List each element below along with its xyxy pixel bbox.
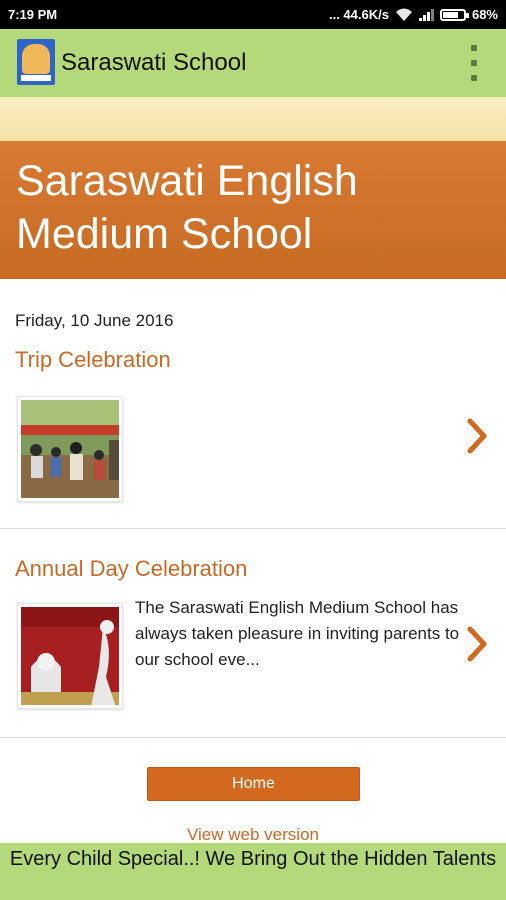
post-title-trip-celebration[interactable]: Trip Celebration — [15, 347, 171, 373]
post-divider — [0, 737, 506, 738]
home-button[interactable]: Home — [147, 767, 360, 801]
post-thumbnail-annual-day[interactable] — [17, 603, 123, 709]
chevron-right-icon[interactable] — [462, 624, 492, 664]
overflow-menu-icon[interactable] — [466, 45, 482, 81]
app-bar: Saraswati School — [0, 29, 506, 97]
battery-percent: 68% — [471, 7, 498, 22]
screen: 7:19 PM ... 44.6K/s 68% Saraswati School… — [0, 0, 506, 900]
bottom-banner: Every Child Special..! We Bring Out the … — [0, 843, 506, 900]
post-divider — [0, 528, 506, 529]
status-icons: ... 44.6K/s 68% — [329, 7, 498, 22]
trip-photo — [21, 400, 119, 498]
app-title: Saraswati School — [61, 49, 247, 76]
chevron-right-icon[interactable] — [462, 416, 492, 456]
site-title[interactable]: Saraswati English Medium School — [16, 155, 486, 261]
annual-day-photo — [21, 607, 119, 705]
signal-icon — [418, 8, 434, 21]
view-web-version-link[interactable]: View web version — [0, 825, 506, 845]
post-snippet: The Saraswati English Medium School has … — [135, 598, 460, 669]
post-title-annual-day[interactable]: Annual Day Celebration — [15, 556, 247, 582]
status-time: 7:19 PM — [8, 7, 58, 22]
status-bar: 7:19 PM ... 44.6K/s 68% — [0, 0, 506, 29]
header-banner: Saraswati English Medium School — [0, 141, 506, 279]
wifi-icon — [395, 8, 412, 21]
header-strip — [0, 97, 506, 141]
battery-icon — [439, 8, 469, 21]
post-date: Friday, 10 June 2016 — [15, 311, 174, 330]
network-speed: ... 44.6K/s — [328, 7, 389, 22]
post-thumbnail-trip[interactable] — [17, 396, 123, 502]
saraswati-logo-icon[interactable] — [17, 39, 55, 85]
